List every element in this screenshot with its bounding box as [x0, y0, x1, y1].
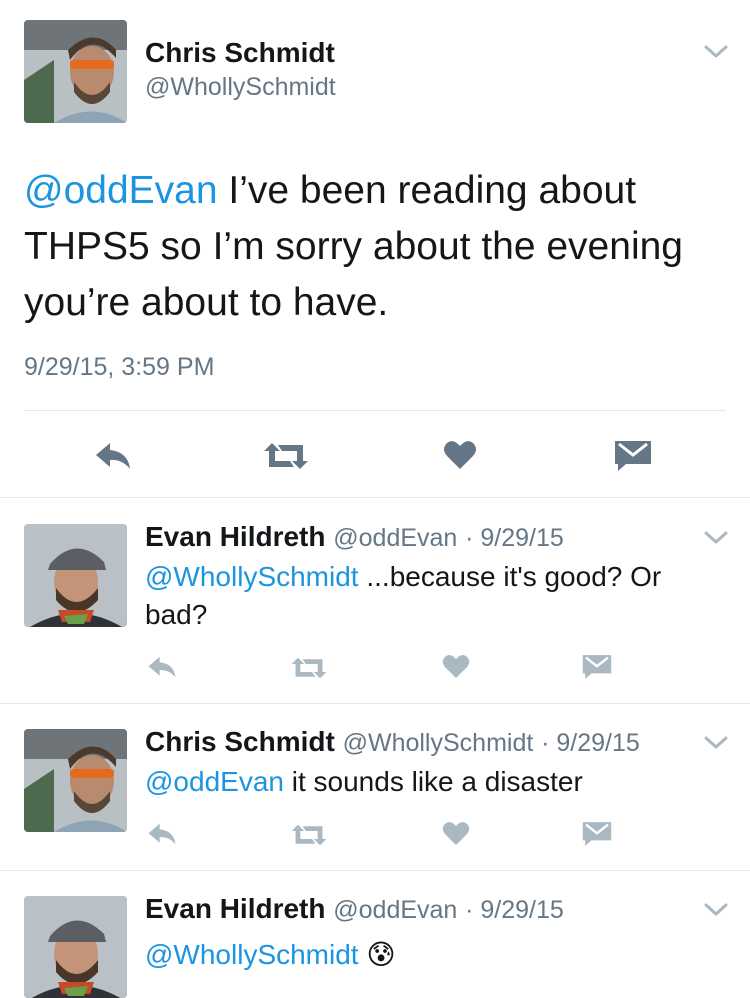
avatar[interactable]: [24, 524, 127, 627]
mention-link[interactable]: @oddEvan: [145, 766, 284, 797]
direct-message-button[interactable]: [582, 654, 612, 680]
reply-header: Evan Hildreth @oddEvan · 9/29/15: [145, 520, 564, 555]
tweet-text: @WhollySchmidt ...because it's good? Or …: [145, 558, 705, 634]
tweet-text: @oddEvan it sounds like a disaster: [145, 763, 705, 801]
author-handle[interactable]: @WhollySchmidt: [343, 729, 534, 757]
tweet-text: @WhollySchmidt 😰: [145, 936, 705, 974]
retweet-button[interactable]: [290, 656, 328, 680]
divider: [0, 870, 750, 871]
author-handle[interactable]: @oddEvan: [333, 896, 457, 924]
avatar[interactable]: [24, 20, 127, 123]
reply-icon: [148, 823, 176, 845]
author-name[interactable]: Chris Schmidt: [145, 36, 335, 70]
tweet-text: @oddEvan I’ve been reading about THPS5 s…: [24, 163, 714, 331]
mention-link[interactable]: @oddEvan: [24, 169, 218, 212]
divider: [24, 410, 726, 411]
chevron-down-icon[interactable]: [704, 44, 728, 65]
reply-icon: [148, 656, 176, 678]
direct-message-icon: [615, 441, 651, 471]
like-icon: [444, 441, 476, 469]
reply-header: Evan Hildreth @oddEvan · 9/29/15: [145, 892, 564, 927]
reply-icon: [96, 443, 130, 469]
chevron-down-icon[interactable]: [704, 530, 728, 551]
timestamp[interactable]: 9/29/15, 3:59 PM: [24, 352, 214, 382]
like-button[interactable]: [442, 821, 470, 846]
author-handle[interactable]: @oddEvan: [333, 524, 457, 552]
direct-message-button[interactable]: [614, 440, 652, 472]
tweet-body: it sounds like a disaster: [283, 766, 583, 797]
divider: [0, 497, 750, 498]
like-icon: [442, 655, 470, 679]
retweet-icon: [264, 443, 308, 469]
reply-button[interactable]: [94, 441, 132, 471]
like-button[interactable]: [443, 440, 477, 470]
like-button[interactable]: [442, 654, 470, 679]
tweet-date[interactable]: · 9/29/15: [541, 729, 640, 757]
retweet-icon: [291, 824, 327, 846]
avatar[interactable]: [24, 729, 127, 832]
tweet-date[interactable]: · 9/29/15: [465, 896, 564, 924]
avatar[interactable]: [24, 896, 127, 998]
direct-message-button[interactable]: [582, 821, 612, 847]
tweet-body: 😰: [358, 939, 396, 970]
reply-button[interactable]: [147, 655, 177, 679]
like-icon: [442, 822, 470, 846]
direct-message-icon: [582, 655, 612, 679]
author-name[interactable]: Evan Hildreth: [145, 521, 325, 552]
tweet-date[interactable]: · 9/29/15: [465, 524, 564, 552]
divider: [0, 703, 750, 704]
retweet-button[interactable]: [262, 441, 310, 471]
retweet-icon: [291, 657, 327, 679]
author-name[interactable]: Chris Schmidt: [145, 726, 335, 757]
reply-button[interactable]: [147, 822, 177, 846]
retweet-button[interactable]: [290, 823, 328, 847]
chevron-down-icon[interactable]: [704, 902, 728, 923]
author-name[interactable]: Evan Hildreth: [145, 893, 325, 924]
mention-link[interactable]: @WhollySchmidt: [145, 939, 359, 970]
reply-header: Chris Schmidt @WhollySchmidt · 9/29/15: [145, 725, 640, 760]
mention-link[interactable]: @WhollySchmidt: [145, 561, 359, 592]
chevron-down-icon[interactable]: [704, 735, 728, 756]
direct-message-icon: [582, 822, 612, 846]
author-handle[interactable]: @WhollySchmidt: [145, 72, 336, 102]
